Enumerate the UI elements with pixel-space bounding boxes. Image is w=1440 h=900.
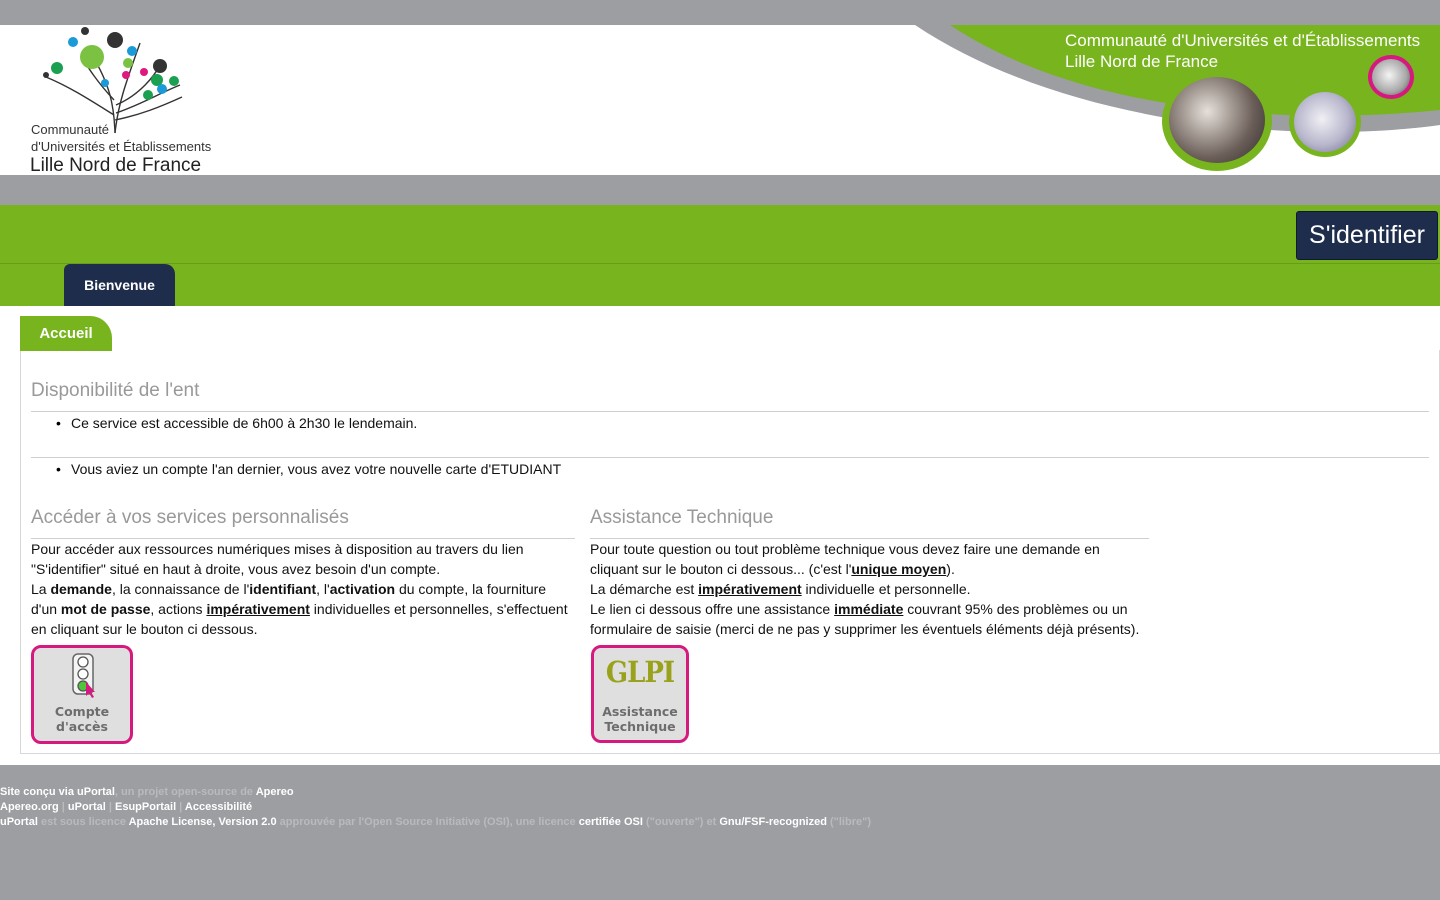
technical-assistance-button[interactable]: GLPI Assistance Technique [591, 645, 689, 743]
account-access-button[interactable]: Compte d'accès [31, 645, 133, 744]
banner-photo-small [1368, 55, 1414, 99]
assistance-description: Pour toute question ou tout problème tec… [590, 541, 1140, 637]
footer-uportal-link[interactable]: Site conçu via uPortal [0, 786, 115, 798]
tab-accueil[interactable]: Accueil [20, 316, 112, 351]
footer-apereo-org-link[interactable]: Apereo.org [0, 801, 59, 813]
footer-fsf-link[interactable]: Gnu/FSF-recognized [719, 816, 827, 828]
availability-title: Disponibilité de l'ent [31, 380, 200, 401]
header-banner: Communauté d'Universités et Établissemen… [0, 25, 1440, 175]
footer-esupportail-link[interactable]: EsupPortail [115, 801, 176, 813]
logo-text-line1: Communauté [31, 122, 110, 137]
footer-osi-link[interactable]: certifiée OSI [579, 816, 643, 828]
login-button[interactable]: S'identifier [1296, 211, 1438, 260]
banner-photo-lab [1289, 87, 1361, 157]
logo-tree-icon [43, 27, 183, 134]
banner-title-line2: Lille Nord de France [1065, 52, 1219, 71]
footer-apache-license-link[interactable]: Apache License, Version 2.0 [129, 816, 277, 828]
header-gray-band [0, 175, 1440, 205]
traffic-light-icon [72, 653, 95, 698]
footer-uportal-link-3[interactable]: uPortal [0, 816, 38, 828]
footer-uportal-link-2[interactable]: uPortal [68, 801, 106, 813]
technical-assistance-label: Assistance Technique [602, 704, 678, 734]
glpi-logo-icon: GLPI [605, 656, 675, 690]
availability-item-hours: Ce service est accessible de 6h00 à 2h30… [71, 415, 418, 431]
bullet-icon: • [56, 461, 61, 477]
banner-photo-group [1162, 71, 1272, 171]
divider [31, 411, 1429, 412]
services-description: Pour accéder aux ressources numériques m… [31, 541, 568, 637]
availability-item-card: Vous aviez un compte l'an dernier, vous … [71, 461, 562, 477]
logo-text-line2: d'Universités et Établissements [31, 139, 212, 154]
nav-bar [0, 264, 1440, 306]
footer-apereo-link[interactable]: Apereo [256, 786, 294, 798]
tab-bienvenue[interactable]: Bienvenue [64, 264, 175, 306]
account-access-label: Compte d'accès [54, 704, 110, 734]
bullet-icon: • [56, 415, 61, 431]
top-strip [0, 0, 1440, 25]
assistance-title: Assistance Technique [590, 507, 774, 528]
footer: Site conçu via uPortal, un projet open-s… [0, 786, 871, 828]
logo-text-line3: Lille Nord de France [30, 155, 202, 175]
login-bar [0, 205, 1440, 263]
footer-accessibility-link[interactable]: Accessibilité [185, 801, 252, 813]
divider [31, 457, 1429, 458]
banner-title-line1: Communauté d'Universités et d'Établissem… [1065, 31, 1421, 50]
services-title: Accéder à vos services personnalisés [31, 507, 349, 528]
